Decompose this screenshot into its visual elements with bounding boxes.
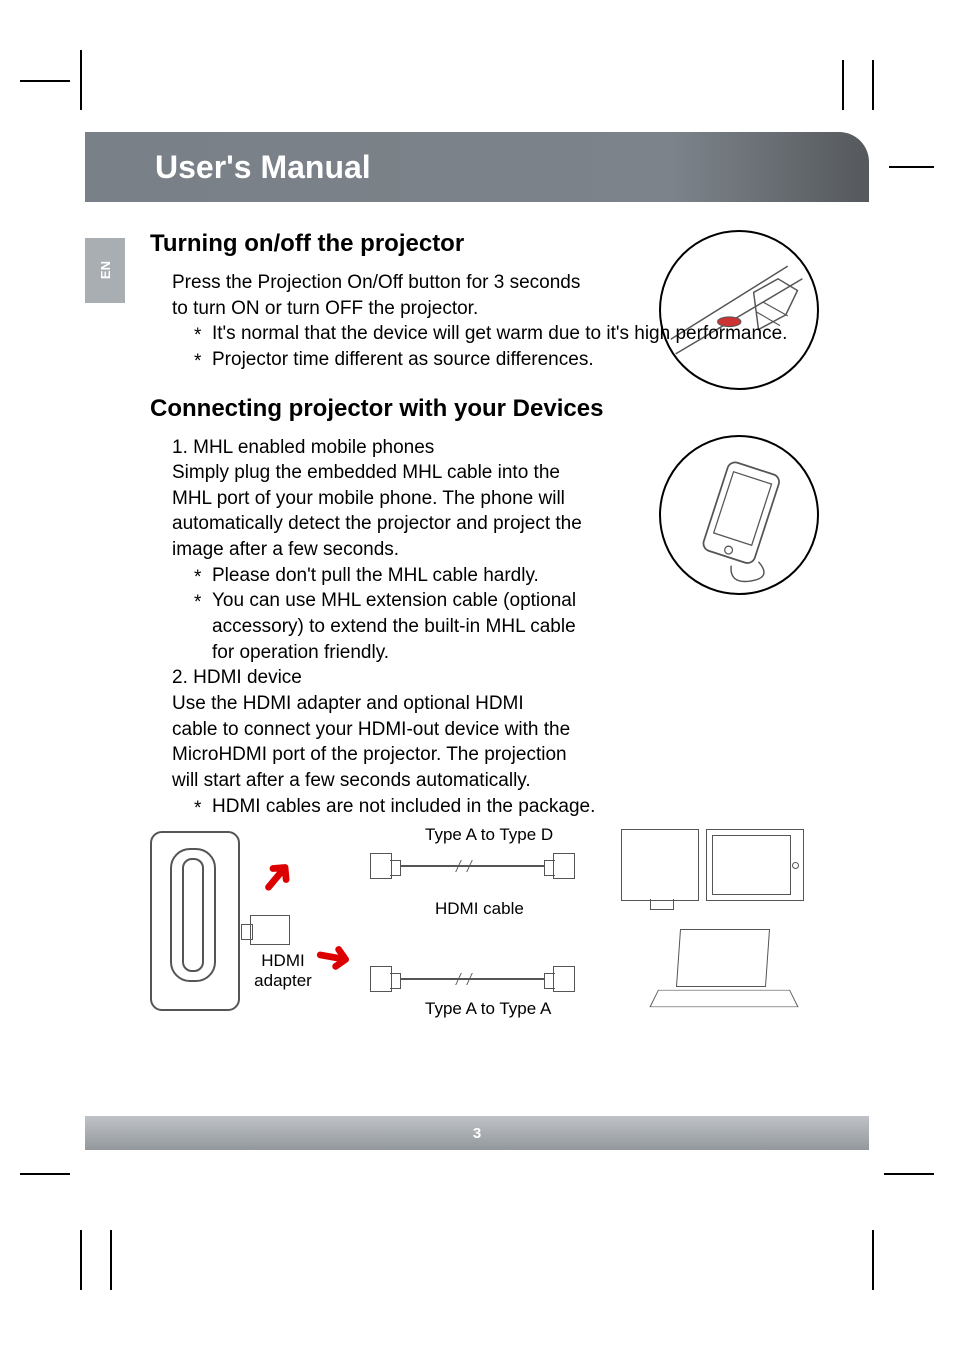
footer-bar: 3 (85, 1116, 869, 1150)
item1-title: 1. MHL enabled mobile phones (172, 435, 582, 461)
cable-line (400, 865, 545, 867)
language-label: EN (98, 261, 113, 279)
bullet-item: It's normal that the device will get war… (194, 321, 804, 347)
crop-mark (110, 1230, 112, 1290)
crop-mark (872, 1230, 874, 1290)
cable-a-d-illustration (370, 851, 575, 881)
bullet-item: Please don't pull the MHL cable hardly. (194, 563, 594, 589)
item1-body: Simply plug the embedded MHL cable into … (172, 460, 582, 563)
arrow-icon: ➜ (311, 928, 356, 985)
hdmi-diagram: HDMI adapter ➜ ➜ Type A to Type D HDMI c… (150, 829, 804, 1029)
connector-icon (370, 966, 392, 992)
cable-a-a-illustration (370, 964, 575, 994)
crop-mark (889, 166, 934, 168)
content-area: Turning on/off the projector Press the P… (150, 230, 804, 1049)
page-title: User's Manual (155, 149, 371, 186)
section-connecting: Connecting projector with your Devices 1… (150, 395, 804, 1030)
crop-mark (842, 60, 844, 110)
item2-title: 2. HDMI device (172, 665, 804, 691)
type-a-a-label: Type A to Type A (425, 999, 551, 1019)
projector-device-illustration (150, 831, 240, 1011)
language-tab: EN (85, 238, 125, 303)
hdmi-cable-label: HDMI cable (435, 899, 524, 919)
hdmi-adapter-label: HDMI adapter (248, 951, 318, 991)
hdmi-adapter-illustration (250, 915, 290, 945)
monitor-illustration (621, 829, 699, 901)
crop-mark (20, 80, 70, 82)
bullet-item: HDMI cables are not included in the pack… (194, 794, 804, 820)
connector-icon (553, 966, 575, 992)
mhl-phone-illustration (659, 435, 819, 595)
connector-icon (553, 853, 575, 879)
laptop-illustration (654, 929, 794, 1019)
bullet-item: Projector time different as source diffe… (194, 347, 804, 373)
crop-mark (20, 1173, 70, 1175)
section-heading: Connecting projector with your Devices (150, 395, 804, 423)
header-bar: User's Manual (85, 132, 869, 202)
crop-mark (80, 1230, 82, 1290)
item2-body: Use the HDMI adapter and optional HDMI c… (172, 691, 572, 794)
section-intro: Press the Projection On/Off button for 3… (172, 270, 582, 321)
type-a-d-label: Type A to Type D (425, 825, 553, 845)
crop-mark (872, 60, 874, 110)
crop-mark (80, 50, 82, 110)
page-number: 3 (473, 1125, 481, 1142)
connector-icon (370, 853, 392, 879)
bullet-item: You can use MHL extension cable (optiona… (194, 588, 594, 665)
section-turning-on-off: Turning on/off the projector Press the P… (150, 230, 804, 373)
tablet-illustration (706, 829, 804, 901)
cable-line (400, 978, 545, 980)
arrow-icon: ➜ (245, 846, 308, 907)
crop-mark (884, 1173, 934, 1175)
